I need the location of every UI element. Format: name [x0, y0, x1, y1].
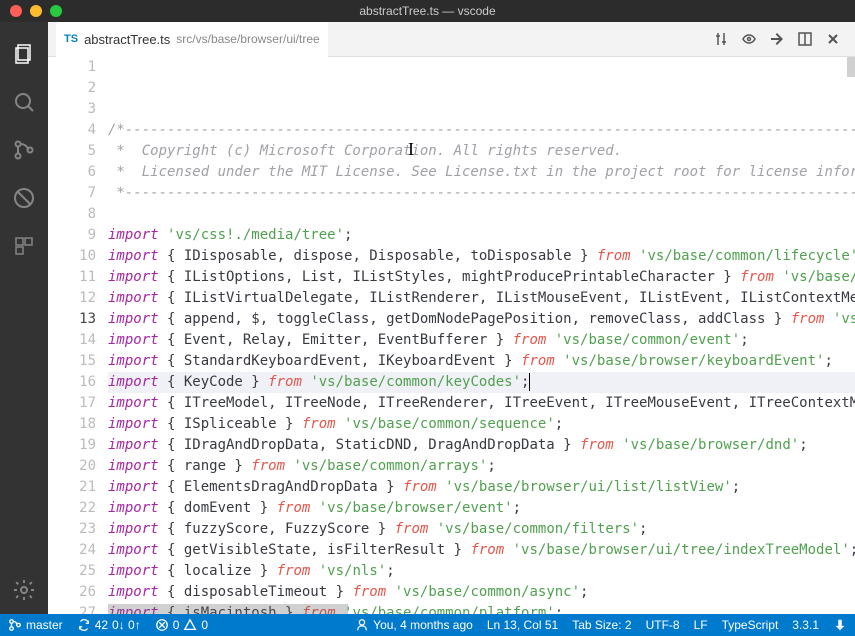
line-number: 12 — [48, 288, 96, 309]
line-number: 18 — [48, 414, 96, 435]
ts-version-status[interactable]: 3.3.1 — [792, 618, 819, 632]
scrollbar-thumb[interactable] — [108, 604, 348, 614]
line-number: 24 — [48, 540, 96, 561]
line-number: 17 — [48, 393, 96, 414]
tab-filename: abstractTree.ts — [84, 32, 170, 47]
settings-gear-icon[interactable] — [0, 566, 48, 614]
horizontal-scrollbar[interactable] — [108, 604, 855, 614]
code-line[interactable]: import { range } from 'vs/base/common/ar… — [108, 456, 855, 477]
sync-arrows: 0↓ 0↑ — [112, 618, 141, 632]
line-number: 7 — [48, 183, 96, 204]
line-number: 23 — [48, 519, 96, 540]
git-blame-status[interactable]: You, 4 months ago — [355, 618, 473, 632]
status-bar: master 42 0↓ 0↑ 0 0 You, 4 months ago Ln… — [0, 614, 855, 636]
line-number: 4 — [48, 120, 96, 141]
code-editor[interactable]: 1234567891011121314151617181920212223242… — [48, 57, 855, 614]
branch-name: master — [26, 618, 63, 632]
code-line[interactable]: import { fuzzyScore, FuzzyScore } from '… — [108, 519, 855, 540]
line-number: 10 — [48, 246, 96, 267]
tab-path: src/vs/base/browser/ui/tree — [176, 32, 319, 46]
line-number: 1 — [48, 57, 96, 78]
line-number: 6 — [48, 162, 96, 183]
line-number: 13 — [48, 309, 96, 330]
line-number: 25 — [48, 561, 96, 582]
warning-count: 0 — [201, 618, 208, 632]
code-line[interactable] — [108, 204, 855, 225]
line-number: 2 — [48, 78, 96, 99]
tab-size-status[interactable]: Tab Size: 2 — [572, 618, 631, 632]
compare-changes-icon[interactable] — [707, 31, 735, 47]
editor-tab[interactable]: TS abstractTree.ts src/vs/base/browser/u… — [56, 22, 328, 57]
line-number: 22 — [48, 498, 96, 519]
code-line[interactable]: /*--------------------------------------… — [108, 120, 855, 141]
line-number: 20 — [48, 456, 96, 477]
line-number: 26 — [48, 582, 96, 603]
problems-status[interactable]: 0 0 — [155, 618, 208, 632]
code-line[interactable]: import { domEvent } from 'vs/base/browse… — [108, 498, 855, 519]
search-icon[interactable] — [0, 78, 48, 126]
activity-bar — [0, 22, 48, 614]
code-line[interactable]: import { IListVirtualDelegate, IListRend… — [108, 288, 855, 309]
language-mode-status[interactable]: TypeScript — [722, 618, 779, 632]
tab-bar: TS abstractTree.ts src/vs/base/browser/u… — [48, 22, 855, 57]
code-line[interactable]: * Copyright (c) Microsoft Corporation. A… — [108, 141, 855, 162]
code-line[interactable]: import { KeyCode } from 'vs/base/common/… — [108, 372, 855, 393]
code-line[interactable]: import 'vs/css!./media/tree'; — [108, 225, 855, 246]
line-number: 9 — [48, 225, 96, 246]
code-line[interactable]: import { ElementsDragAndDropData } from … — [108, 477, 855, 498]
code-line[interactable]: import { IDisposable, dispose, Disposabl… — [108, 246, 855, 267]
line-number: 8 — [48, 204, 96, 225]
line-number-gutter: 1234567891011121314151617181920212223242… — [48, 57, 108, 614]
sync-count: 42 — [95, 618, 108, 632]
line-number: 14 — [48, 330, 96, 351]
extensions-icon[interactable] — [0, 222, 48, 270]
split-editor-icon[interactable] — [791, 31, 819, 47]
line-number: 21 — [48, 477, 96, 498]
close-tab-icon[interactable] — [819, 31, 847, 47]
code-line[interactable]: * Licensed under the MIT License. See Li… — [108, 162, 855, 183]
code-line[interactable]: import { IDragAndDropData, StaticDND, Dr… — [108, 435, 855, 456]
line-number: 15 — [48, 351, 96, 372]
line-number: 11 — [48, 267, 96, 288]
eol-status[interactable]: LF — [694, 618, 708, 632]
sync-status[interactable]: 42 0↓ 0↑ — [77, 618, 141, 632]
source-control-icon[interactable] — [0, 126, 48, 174]
encoding-status[interactable]: UTF-8 — [646, 618, 680, 632]
code-line[interactable]: import { Event, Relay, Emitter, EventBuf… — [108, 330, 855, 351]
code-line[interactable]: import { ISpliceable } from 'vs/base/com… — [108, 414, 855, 435]
titlebar: abstractTree.ts — vscode — [0, 0, 855, 22]
code-line[interactable]: import { append, $, toggleClass, getDomN… — [108, 309, 855, 330]
line-number: 3 — [48, 99, 96, 120]
code-line[interactable]: *---------------------------------------… — [108, 183, 855, 204]
minimap-scroll-indicator[interactable] — [847, 57, 855, 77]
line-number: 27 — [48, 603, 96, 614]
code-line[interactable]: import { disposableTimeout } from 'vs/ba… — [108, 582, 855, 603]
feedback-icon[interactable] — [833, 618, 847, 632]
line-number: 16 — [48, 372, 96, 393]
code-line[interactable]: import { getVisibleState, isFilterResult… — [108, 540, 855, 561]
window-title: abstractTree.ts — vscode — [0, 4, 855, 18]
debug-icon[interactable] — [0, 174, 48, 222]
line-number: 19 — [48, 435, 96, 456]
cursor-position-status[interactable]: Ln 13, Col 51 — [487, 618, 558, 632]
explorer-icon[interactable] — [0, 30, 48, 78]
line-number: 5 — [48, 141, 96, 162]
blame-text: You, 4 months ago — [373, 618, 473, 632]
preview-icon[interactable] — [735, 31, 763, 47]
git-branch-status[interactable]: master — [8, 618, 63, 632]
editor-caret — [529, 373, 530, 391]
code-line[interactable]: import { ITreeModel, ITreeNode, ITreeRen… — [108, 393, 855, 414]
code-content[interactable]: I /*------------------------------------… — [108, 57, 855, 614]
open-changes-icon[interactable] — [763, 31, 791, 47]
code-line[interactable]: import { localize } from 'vs/nls'; — [108, 561, 855, 582]
error-count: 0 — [173, 618, 180, 632]
code-line[interactable]: import { IListOptions, List, IListStyles… — [108, 267, 855, 288]
code-line[interactable]: import { StandardKeyboardEvent, IKeyboar… — [108, 351, 855, 372]
typescript-file-icon: TS — [64, 33, 78, 45]
